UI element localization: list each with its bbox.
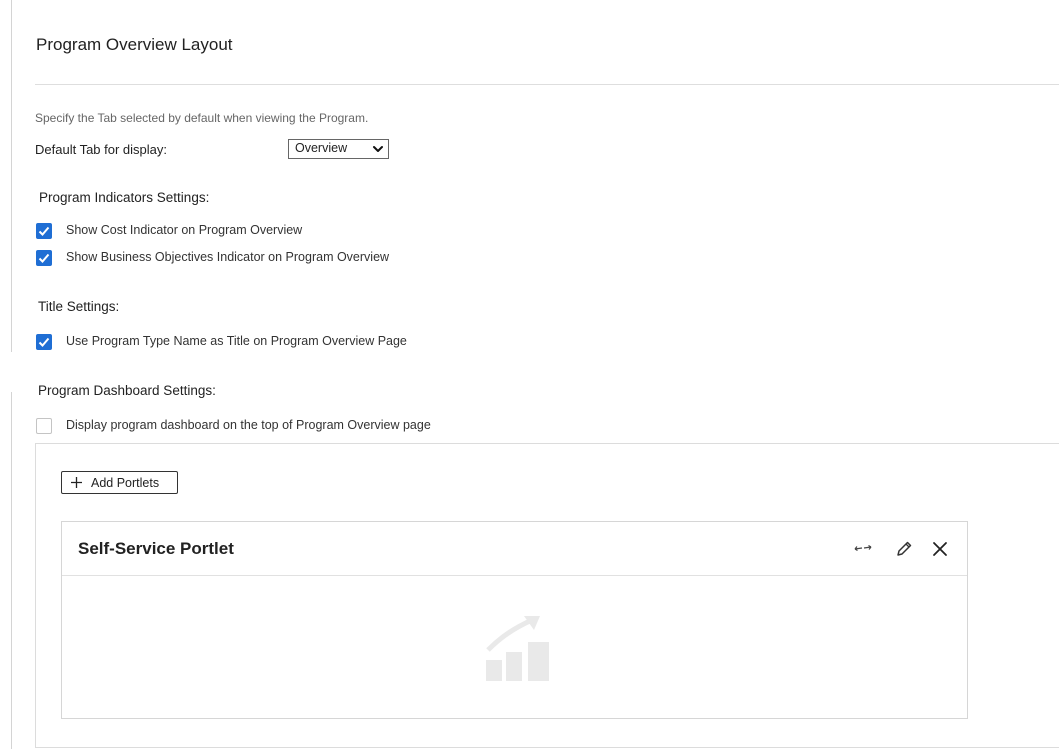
left-edge-line (11, 392, 12, 749)
chart-growth-icon (486, 616, 549, 681)
cost-indicator-checkbox[interactable] (36, 223, 52, 239)
title-settings-heading: Title Settings: (38, 299, 120, 314)
indicators-heading: Program Indicators Settings: (39, 190, 210, 205)
add-portlets-button[interactable]: Add Portlets (61, 471, 178, 494)
dashboard-heading: Program Dashboard Settings: (38, 383, 216, 398)
default-tab-select[interactable]: Overview (288, 139, 389, 159)
business-objectives-label: Show Business Objectives Indicator on Pr… (66, 250, 390, 264)
left-edge-line (11, 0, 12, 352)
add-portlets-label: Add Portlets (91, 476, 160, 490)
self-service-portlet: Self-Service Portlet (61, 521, 968, 719)
close-icon[interactable] (931, 540, 949, 558)
checkmark-icon (38, 253, 50, 263)
business-objectives-checkbox[interactable] (36, 250, 52, 266)
display-dashboard-checkbox[interactable] (36, 418, 52, 434)
plus-icon (71, 477, 82, 488)
portlet-header: Self-Service Portlet (62, 522, 967, 576)
display-dashboard-label: Display program dashboard on the top of … (66, 418, 431, 432)
default-tab-label: Default Tab for display: (35, 142, 167, 157)
pencil-icon[interactable] (895, 540, 913, 558)
title-divider (35, 84, 1059, 85)
checkmark-icon (38, 226, 50, 236)
page-title: Program Overview Layout (36, 35, 233, 54)
default-tab-selected-value: Overview (295, 141, 348, 155)
checkmark-icon (38, 337, 50, 347)
program-type-title-checkbox[interactable] (36, 334, 52, 350)
cost-indicator-label: Show Cost Indicator on Program Overview (66, 223, 303, 237)
chevron-down-icon (373, 146, 383, 152)
default-tab-hint: Specify the Tab selected by default when… (35, 111, 369, 125)
program-type-title-label: Use Program Type Name as Title on Progra… (66, 334, 407, 348)
swap-icon[interactable] (853, 543, 873, 555)
portlet-title: Self-Service Portlet (78, 539, 234, 558)
